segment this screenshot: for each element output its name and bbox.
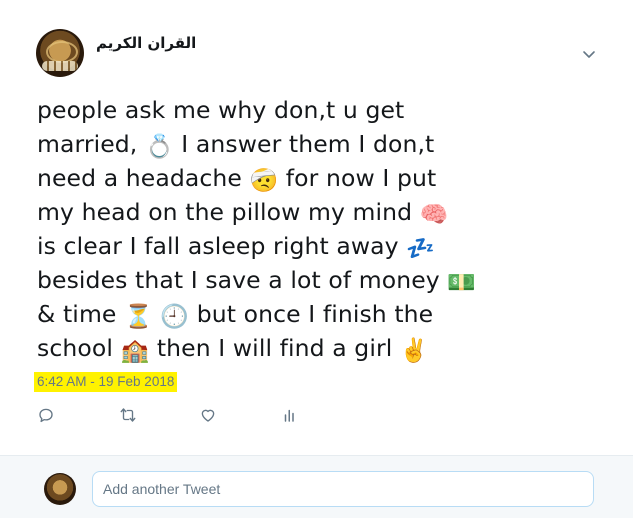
chevron-down-icon[interactable] <box>581 46 597 62</box>
user-avatar <box>44 473 76 505</box>
author-avatar[interactable] <box>36 29 84 77</box>
tweet-text-segment: school <box>37 334 121 362</box>
tweet-text-segment: but once I finish the <box>189 300 434 328</box>
tweet-text-segment: married, <box>37 130 145 158</box>
tweet-text-line: need a headache 🤕 for now I put <box>37 161 507 195</box>
head-bandage-emoji: 🤕 <box>249 168 279 194</box>
author-display-name[interactable]: القران الكريم <box>96 34 196 52</box>
reply-composer <box>0 456 633 518</box>
tweet-text-line: besides that I save a lot of money 💵 <box>37 263 507 297</box>
ring-emoji: 💍 <box>144 134 174 160</box>
analytics-icon[interactable] <box>281 406 301 426</box>
tweet-text: people ask me why don,t u get married, 💍 … <box>37 93 507 365</box>
tweet-text-line: is clear I fall asleep right away 💤 <box>37 229 507 263</box>
zzz-emoji: 💤 <box>406 236 435 262</box>
tweet-text-segment: I answer them I don,t <box>173 130 435 158</box>
tweet-text-line: my head on the pillow my mind 🧠 <box>37 195 507 229</box>
tweet-text-segment: is clear I fall asleep right away <box>37 232 407 260</box>
tweet-text-line: people ask me why don,t u get <box>37 93 507 127</box>
tweet-timestamp[interactable]: 6:42 AM - 19 Feb 2018 <box>34 372 178 392</box>
tweet-text-segment: besides that I save a lot of money <box>37 266 448 294</box>
tweet-text-segment: then I will find a girl <box>149 334 400 362</box>
tweet-text-segment: & time <box>37 300 125 328</box>
add-tweet-input[interactable] <box>92 471 594 507</box>
tweet-text-segment: for now I put <box>278 164 437 192</box>
brain-emoji: 🧠 <box>419 202 449 228</box>
retweet-icon[interactable] <box>119 406 139 426</box>
tweet-card: القران الكريم people ask me why don,t u … <box>0 0 633 455</box>
tweet-text-segment: people ask me why don,t u get <box>37 96 405 124</box>
tweet-actions <box>37 406 337 426</box>
tweet-text-line: & time ⏳ 🕘 but once I finish the <box>37 297 507 331</box>
clock-emoji: 🕘 <box>160 304 190 330</box>
tweet-text-segment: my head on the pillow my mind <box>37 198 420 226</box>
tweet-text-segment <box>153 300 161 328</box>
money-emoji: 💵 <box>447 270 477 296</box>
reply-icon[interactable] <box>37 406 57 426</box>
hourglass-emoji: ⏳ <box>124 304 153 330</box>
tweet-text-line: school 🏫 then I will find a girl ✌️ <box>37 331 507 365</box>
like-icon[interactable] <box>199 406 219 426</box>
school-emoji: 🏫 <box>120 338 150 364</box>
avatar-decoration <box>46 41 78 63</box>
tweet-text-line: married, 💍 I answer them I don,t <box>37 127 507 161</box>
avatar-beads <box>42 61 78 71</box>
tweet-text-segment: need a headache <box>37 164 250 192</box>
victory-hand-emoji: ✌️ <box>399 338 429 364</box>
